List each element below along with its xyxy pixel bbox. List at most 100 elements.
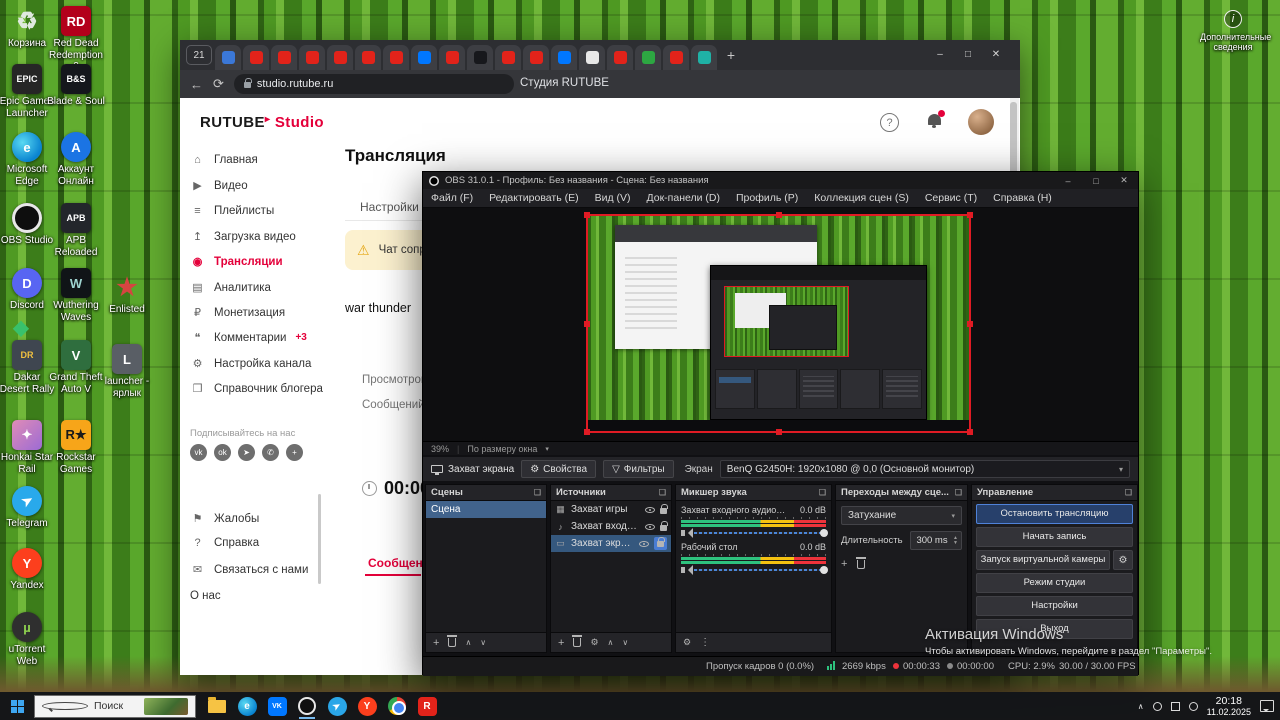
sidebar-item-analytics[interactable]: ▤ Аналитика [190, 281, 325, 295]
telegram-social-icon[interactable]: ➤ [238, 444, 255, 461]
gear-icon[interactable]: ⚙ [683, 637, 691, 648]
browser-tab[interactable] [691, 45, 717, 70]
desktop-icon-utorrent[interactable]: µ uTorrent Web [0, 612, 56, 667]
taskbar-icon-yandex[interactable]: Y [352, 692, 382, 720]
sidebar-item-comments[interactable]: ❝ Комментарии +3 [190, 331, 325, 345]
lock-icon[interactable] [660, 521, 668, 531]
taskbar-icon-telegram[interactable]: ➤ [322, 692, 352, 720]
transition-select[interactable]: Затухание ▾ [841, 506, 962, 525]
taskbar-icon-explorer[interactable] [202, 692, 232, 720]
properties-button[interactable]: ⚙ Свойства [521, 460, 597, 478]
desktop-icon-blade-soul[interactable]: B&S Blade & Soul [47, 64, 105, 108]
clock[interactable]: 20:18 11.02.2025 [1207, 695, 1251, 717]
resize-handle[interactable] [967, 429, 973, 435]
speaker-icon[interactable] [681, 528, 693, 538]
settings-button[interactable]: Настройки [976, 596, 1133, 616]
resize-handle[interactable] [775, 429, 782, 435]
add-icon[interactable]: + [558, 637, 564, 649]
browser-tab[interactable] [495, 45, 521, 70]
trash-icon[interactable] [856, 556, 867, 569]
stop-stream-button[interactable]: Остановить трансляцию [976, 504, 1133, 524]
desktop-icon-rockstar[interactable]: R★ Rockstar Games [47, 420, 105, 475]
sidebar-item-help[interactable]: ? Справка [190, 537, 325, 549]
controls-dock-header[interactable]: Управление ❏ [972, 485, 1137, 501]
browser-tab[interactable] [439, 45, 465, 70]
up-icon[interactable]: ∧ [608, 638, 614, 647]
scene-item[interactable]: Сцена [426, 501, 546, 518]
studio-mode-button[interactable]: Режим студии [976, 573, 1133, 593]
reload-icon[interactable]: ⟳ [213, 76, 224, 92]
obs-titlebar[interactable]: OBS 31.0.1 - Профиль: Без названия - Сце… [423, 172, 1138, 189]
gear-icon[interactable]: ⚙ [590, 637, 598, 648]
scenes-dock-header[interactable]: Сцены ❏ [426, 485, 546, 501]
menu-item[interactable]: Профиль (P) [728, 192, 806, 204]
taskbar-icon-vk[interactable]: VK [262, 692, 292, 720]
menu-item[interactable]: Вид (V) [587, 192, 639, 204]
action-center-icon[interactable] [1260, 700, 1274, 712]
taskbar-icon-edge[interactable]: e [232, 692, 262, 720]
resize-handle[interactable] [584, 320, 590, 327]
up-icon[interactable]: ∧ [465, 638, 471, 647]
browser-tab[interactable] [411, 45, 437, 70]
network-icon[interactable] [1152, 701, 1162, 711]
taskbar-icon-chrome[interactable] [382, 692, 412, 720]
filters-button[interactable]: ▽ Фильтры [603, 460, 674, 478]
speaker-icon[interactable] [681, 565, 693, 575]
tray-expand-icon[interactable]: ∧ [1138, 702, 1144, 711]
start-button[interactable] [0, 692, 34, 720]
menu-item[interactable]: Файл (F) [423, 192, 481, 204]
desktop-icon-rdr2[interactable]: RD Red Dead Redemption 2 [47, 6, 105, 73]
menu-item[interactable]: Сервис (T) [917, 192, 985, 204]
eye-icon[interactable] [645, 523, 655, 530]
lock-icon[interactable] [660, 504, 668, 514]
maximize-icon[interactable]: □ [954, 43, 982, 65]
trash-icon[interactable] [572, 635, 583, 647]
start-record-button[interactable]: Начать запись [976, 527, 1133, 547]
browser-tab[interactable] [215, 45, 241, 70]
volume-icon[interactable] [1170, 701, 1180, 711]
add-icon[interactable]: + [841, 558, 847, 570]
notifications-bell-icon[interactable] [928, 110, 945, 128]
new-tab-button[interactable]: + [720, 44, 742, 66]
desktop-icon-account[interactable]: A Аккаунт Онлайн [47, 132, 105, 187]
browser-tab[interactable] [607, 45, 633, 70]
browser-tab[interactable] [243, 45, 269, 70]
fit-mode[interactable]: По размеру окна [467, 444, 537, 454]
close-icon[interactable]: ✕ [982, 43, 1010, 65]
lock-button-active[interactable] [654, 537, 667, 550]
browser-tab[interactable] [635, 45, 661, 70]
sidebar-item-home[interactable]: ⌂ Главная [190, 154, 325, 166]
sidebar-item-complaints[interactable]: ⚑ Жалобы [190, 512, 325, 526]
source-row-selected[interactable]: ▭ Захват экрана [551, 535, 671, 552]
ok-icon[interactable]: ok [214, 444, 231, 461]
avatar[interactable] [968, 109, 994, 135]
browser-tab[interactable] [663, 45, 689, 70]
taskbar-icon-obs[interactable] [292, 692, 322, 720]
resize-handle[interactable] [967, 320, 973, 327]
browser-tab[interactable] [327, 45, 353, 70]
desktop-icon-apb[interactable]: APB APB Reloaded [47, 203, 105, 258]
desktop-icon-telegram[interactable]: ➤ Telegram [0, 486, 56, 530]
menu-item[interactable]: Справка (H) [985, 192, 1060, 204]
desktop-icon-launcher[interactable]: L launcher - ярлык [98, 344, 156, 399]
address-bar[interactable]: studio.rutube.ru [233, 74, 514, 94]
source-row[interactable]: ▦ Захват игры [551, 501, 671, 518]
phone-icon[interactable]: ✆ [262, 444, 279, 461]
resize-handle[interactable] [967, 212, 973, 218]
browser-tab[interactable] [523, 45, 549, 70]
duration-spinner[interactable]: 300 ms ▲ ▼ [910, 531, 962, 550]
more-social-icon[interactable]: + [286, 444, 303, 461]
maximize-icon[interactable]: □ [1082, 172, 1110, 189]
desktop-icon-sims[interactable]: ◆ [0, 312, 50, 342]
resize-handle[interactable] [584, 429, 590, 435]
virtual-camera-settings-button[interactable]: ⚙ [1113, 550, 1133, 570]
browser-tab[interactable] [383, 45, 409, 70]
trash-icon[interactable] [447, 635, 458, 647]
eye-icon[interactable] [645, 506, 655, 513]
screen-select[interactable]: BenQ G2450H: 1920x1080 @ 0,0 (Основной м… [719, 460, 1130, 478]
menu-item[interactable]: Редактировать (E) [481, 192, 586, 204]
desktop-icon-enlisted[interactable]: ★ Enlisted [98, 272, 156, 316]
search-highlight-image[interactable] [144, 697, 188, 715]
browser-tab[interactable] [355, 45, 381, 70]
sidebar-item-video[interactable]: ▶ Видео [190, 179, 325, 193]
